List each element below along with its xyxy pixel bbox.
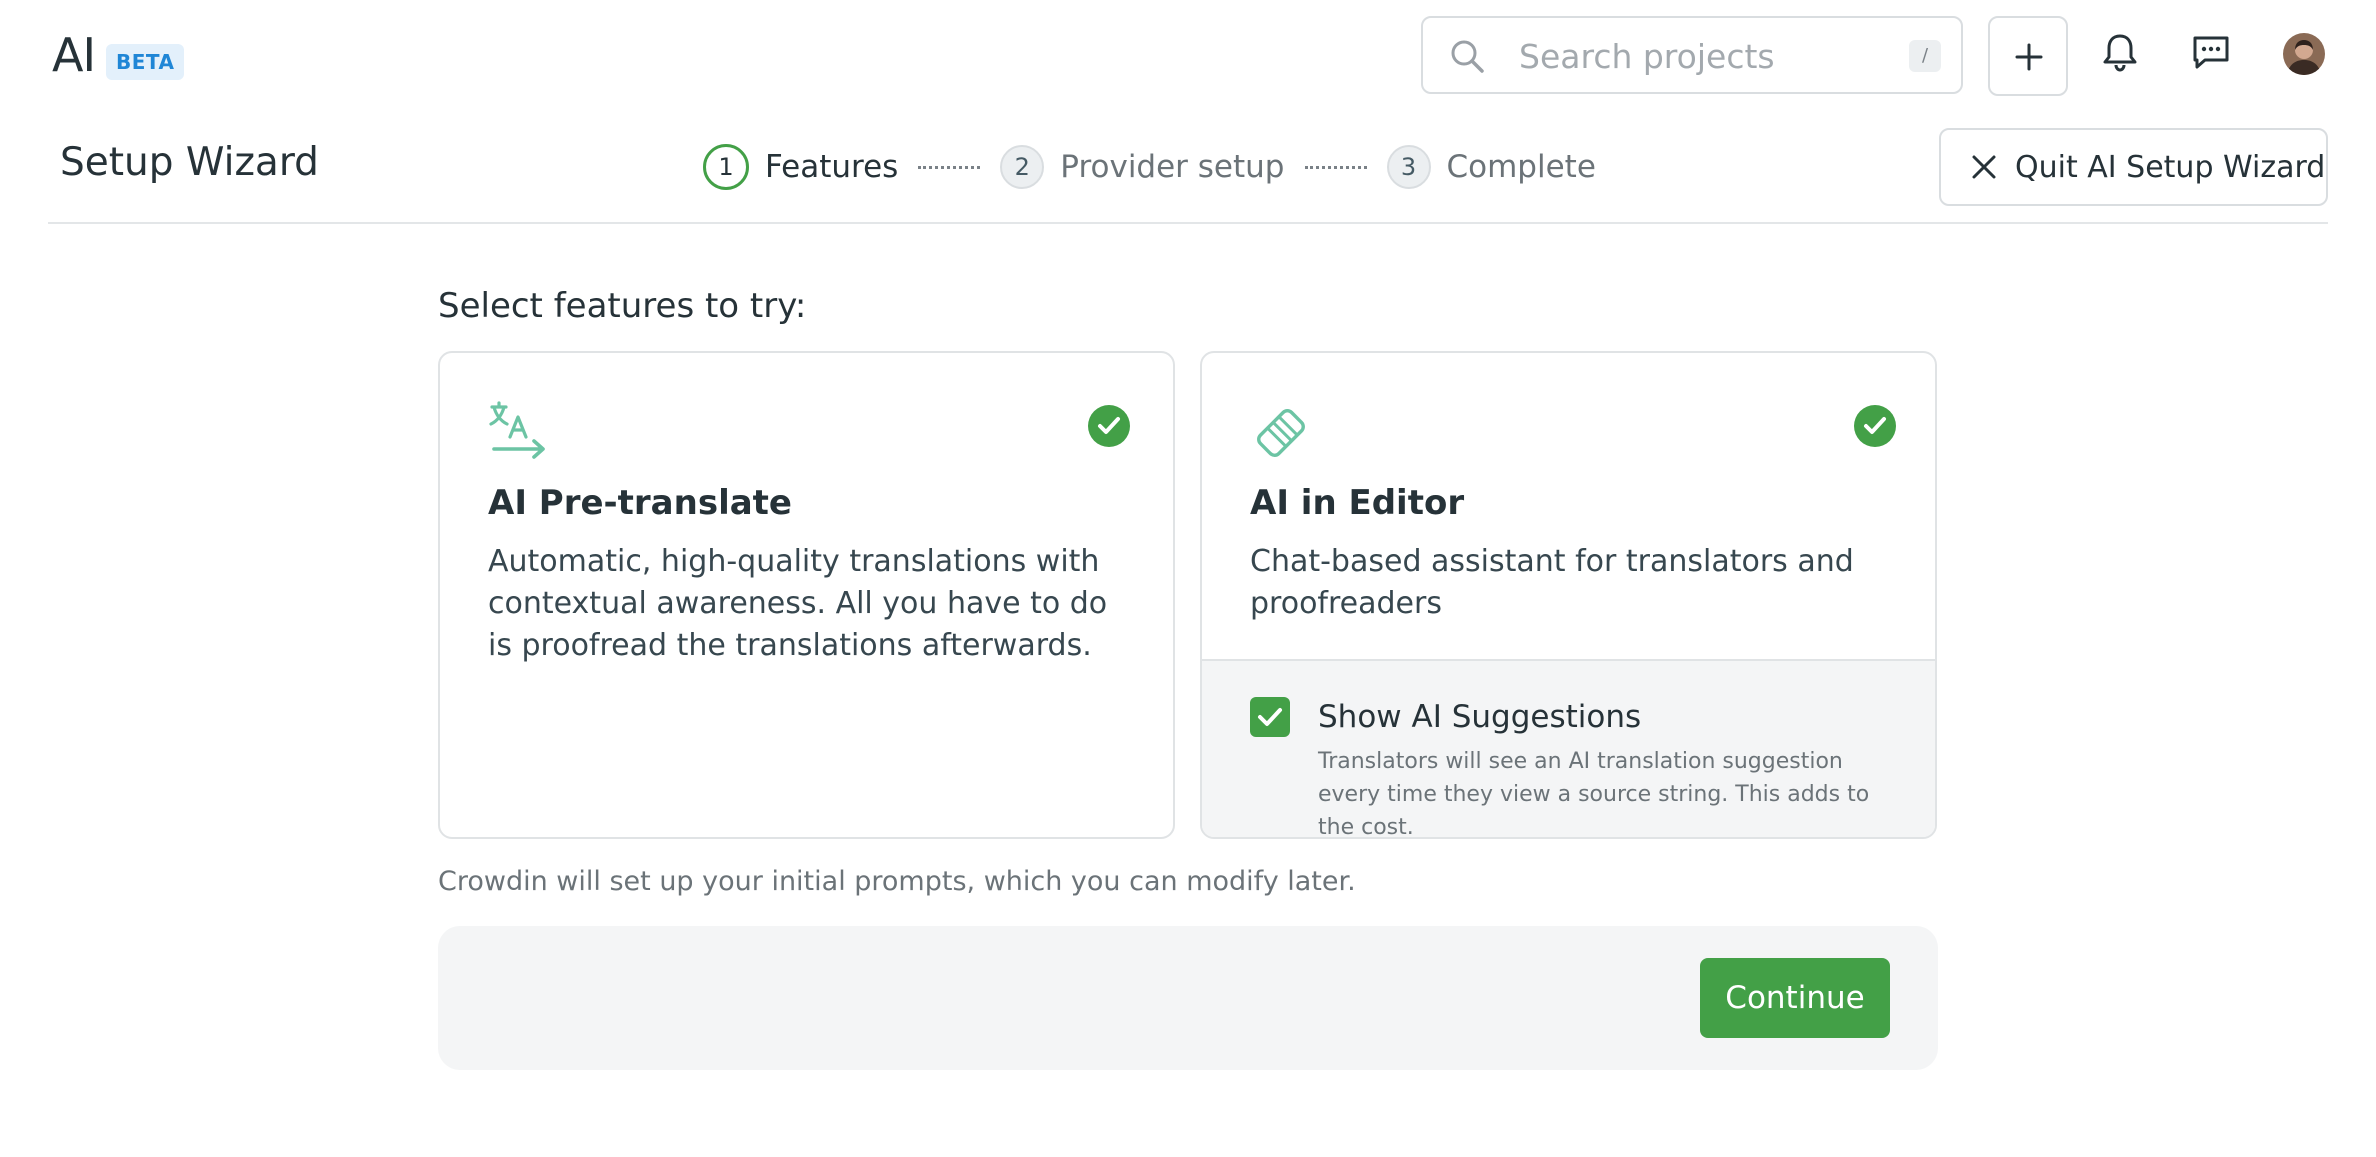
footer-bar: Continue (438, 926, 1938, 1070)
section-title: Select features to try: (438, 286, 807, 326)
feature-description: Automatic, high-quality translations wit… (488, 544, 1108, 663)
translate-icon (489, 401, 545, 459)
search-icon (1451, 40, 1484, 73)
step-1-label: Features (765, 149, 899, 185)
search-shortcut-hint: / (1909, 40, 1941, 72)
app-logo[interactable]: AI (52, 28, 96, 82)
step-connector (918, 165, 981, 169)
feature-description: Chat-based assistant for translators and… (1250, 544, 1854, 621)
close-icon (1972, 155, 1996, 179)
step-connector (1304, 165, 1367, 169)
page-title: Setup Wizard (60, 140, 319, 185)
feature-card-pre-translate[interactable]: AI Pre-translate Automatic, high-quality… (438, 351, 1175, 839)
add-button[interactable] (1988, 16, 2068, 96)
bell-icon[interactable] (2098, 30, 2142, 74)
continue-button[interactable]: Continue (1700, 958, 1890, 1038)
header-divider (48, 222, 2328, 224)
step-3-number: 3 (1386, 145, 1431, 189)
search-box[interactable]: / (1421, 16, 1963, 94)
feature-card-ai-in-editor[interactable]: AI in Editor Chat-based assistant for tr… (1200, 351, 1937, 839)
selected-check-icon (1854, 405, 1896, 447)
step-3-label: Complete (1446, 149, 1596, 185)
feature-title: AI in Editor (1250, 483, 1465, 523)
show-ai-suggestions-label[interactable]: Show AI Suggestions (1318, 699, 1641, 735)
selected-check-icon (1088, 405, 1130, 447)
step-1-number: 1 (703, 144, 749, 190)
show-ai-suggestions-description: Translators will see an AI translation s… (1318, 749, 1870, 839)
quit-wizard-label: Quit AI Setup Wizard (2015, 149, 2326, 185)
setup-note: Crowdin will set up your initial prompts… (438, 866, 1356, 897)
plus-icon (2015, 43, 2043, 71)
wizard-stepper: 1 Features 2 Provider setup 3 Complete (703, 142, 1596, 192)
search-input[interactable] (1517, 32, 1901, 80)
show-ai-suggestions-checkbox[interactable] (1250, 697, 1290, 737)
chat-icon[interactable] (2189, 30, 2233, 74)
step-2-label: Provider setup (1060, 149, 1285, 185)
quit-wizard-button[interactable]: Quit AI Setup Wizard (1939, 128, 2328, 206)
feature-title: AI Pre-translate (488, 483, 792, 523)
handshake-icon (1257, 409, 1305, 457)
show-ai-suggestions-option: Show AI Suggestions Translators will see… (1202, 659, 1935, 839)
top-bar: AI BETA / (0, 0, 2376, 110)
avatar[interactable] (2283, 33, 2325, 75)
step-2-number: 2 (1000, 145, 1045, 189)
beta-badge: BETA (106, 44, 185, 80)
